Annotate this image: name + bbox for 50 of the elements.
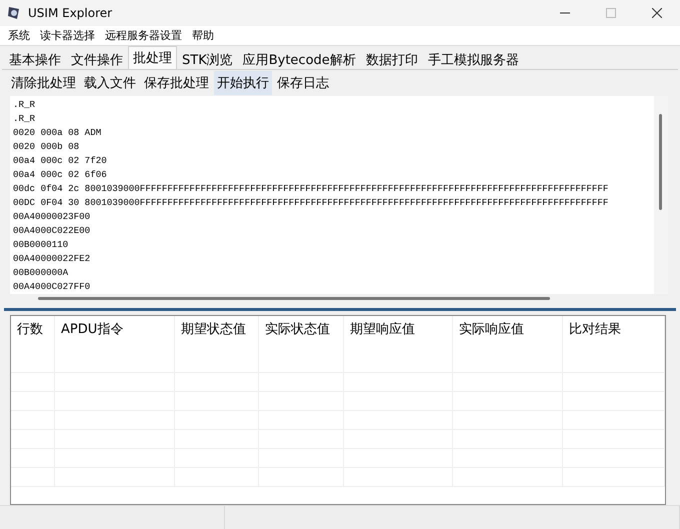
menu-item[interactable]: 读卡器选择: [36, 28, 99, 43]
table-cell: [11, 354, 55, 374]
script-line: 0020 000b 08: [13, 140, 80, 154]
maximize-icon: [606, 8, 616, 18]
table-cell: [11, 449, 55, 468]
script-line: .R_R: [13, 112, 36, 126]
column-header: APDU指令: [55, 316, 175, 354]
close-icon: [652, 8, 662, 18]
column-header: 行数: [11, 316, 55, 354]
toolbar-button[interactable]: 保存日志: [274, 71, 332, 96]
script-line: 00B0000110: [13, 238, 70, 252]
app-icon: [6, 5, 22, 21]
window-title: USIM Explorer: [28, 6, 114, 20]
script-line: 0020 000a 08 ADM: [13, 126, 102, 140]
script-line: 00A4000C022E00: [13, 224, 92, 238]
menu-item[interactable]: 系统: [4, 28, 34, 43]
script-line: 00a4 000c 02 7f20: [13, 154, 108, 168]
menu-item[interactable]: 远程服务器设置: [101, 28, 186, 43]
tab[interactable]: 批处理: [128, 46, 177, 70]
toolbar-button[interactable]: 保存批处理: [141, 71, 212, 96]
tab[interactable]: 文件操作: [66, 48, 128, 70]
script-line: 00A40000022FE2: [13, 252, 92, 266]
tab[interactable]: STK浏览: [177, 48, 238, 70]
script-line: 00dc 0f04 2c 8001039000FFFFFFFFFFFFFFFFFFFFFFFFFFFFFFFFFFFFFFFFFFFFFFFFFFFFFFFFFFFFFFFFFFFFFFFFFFFFFFFFFFFFF: [13, 182, 610, 196]
column-header: 期望状态值: [175, 316, 259, 354]
tab[interactable]: 基本操作: [4, 48, 66, 70]
script-line: 00A40000023F00: [13, 210, 92, 224]
script-line: .R_R: [13, 98, 36, 112]
table-cell: [11, 430, 55, 450]
table-cell: [11, 373, 55, 392]
column-header: 期望响应值: [344, 316, 453, 354]
script-line: 00A4000C027FF0: [13, 280, 92, 294]
menu-item[interactable]: 帮助: [188, 28, 218, 43]
script-line: 00B000000A: [13, 266, 70, 280]
tab[interactable]: 数据打印: [360, 48, 423, 70]
column-header: 比对结果: [563, 316, 665, 354]
toolbar-button[interactable]: 清除批处理: [8, 71, 79, 96]
tab[interactable]: 应用Bytecode解析: [238, 48, 361, 70]
vertical-scrollbar[interactable]: [654, 96, 668, 294]
script-line: 00a4 000c 02 6f06: [13, 168, 108, 182]
tab[interactable]: 手工模拟服务器: [422, 48, 524, 70]
horizontal-scrollbar-thumb[interactable]: [38, 297, 550, 300]
table-cell: [11, 411, 55, 430]
toolbar-button[interactable]: 开始执行: [214, 71, 272, 96]
table-cell: [11, 468, 55, 488]
toolbar-button[interactable]: 载入文件: [81, 71, 139, 96]
column-header: 实际响应值: [453, 316, 563, 354]
script-line: 00DC 0F04 30 8001039000FFFFFFFFFFFFFFFFFFFFFFFFFFFFFFFFFFFFFFFFFFFFFFFFFFFFFFFFFFFFFFFFFFFFFFFFFFFFFFFFFFFFF: [13, 196, 610, 210]
column-header: 实际状态值: [259, 316, 344, 354]
table-cell: [11, 392, 55, 412]
